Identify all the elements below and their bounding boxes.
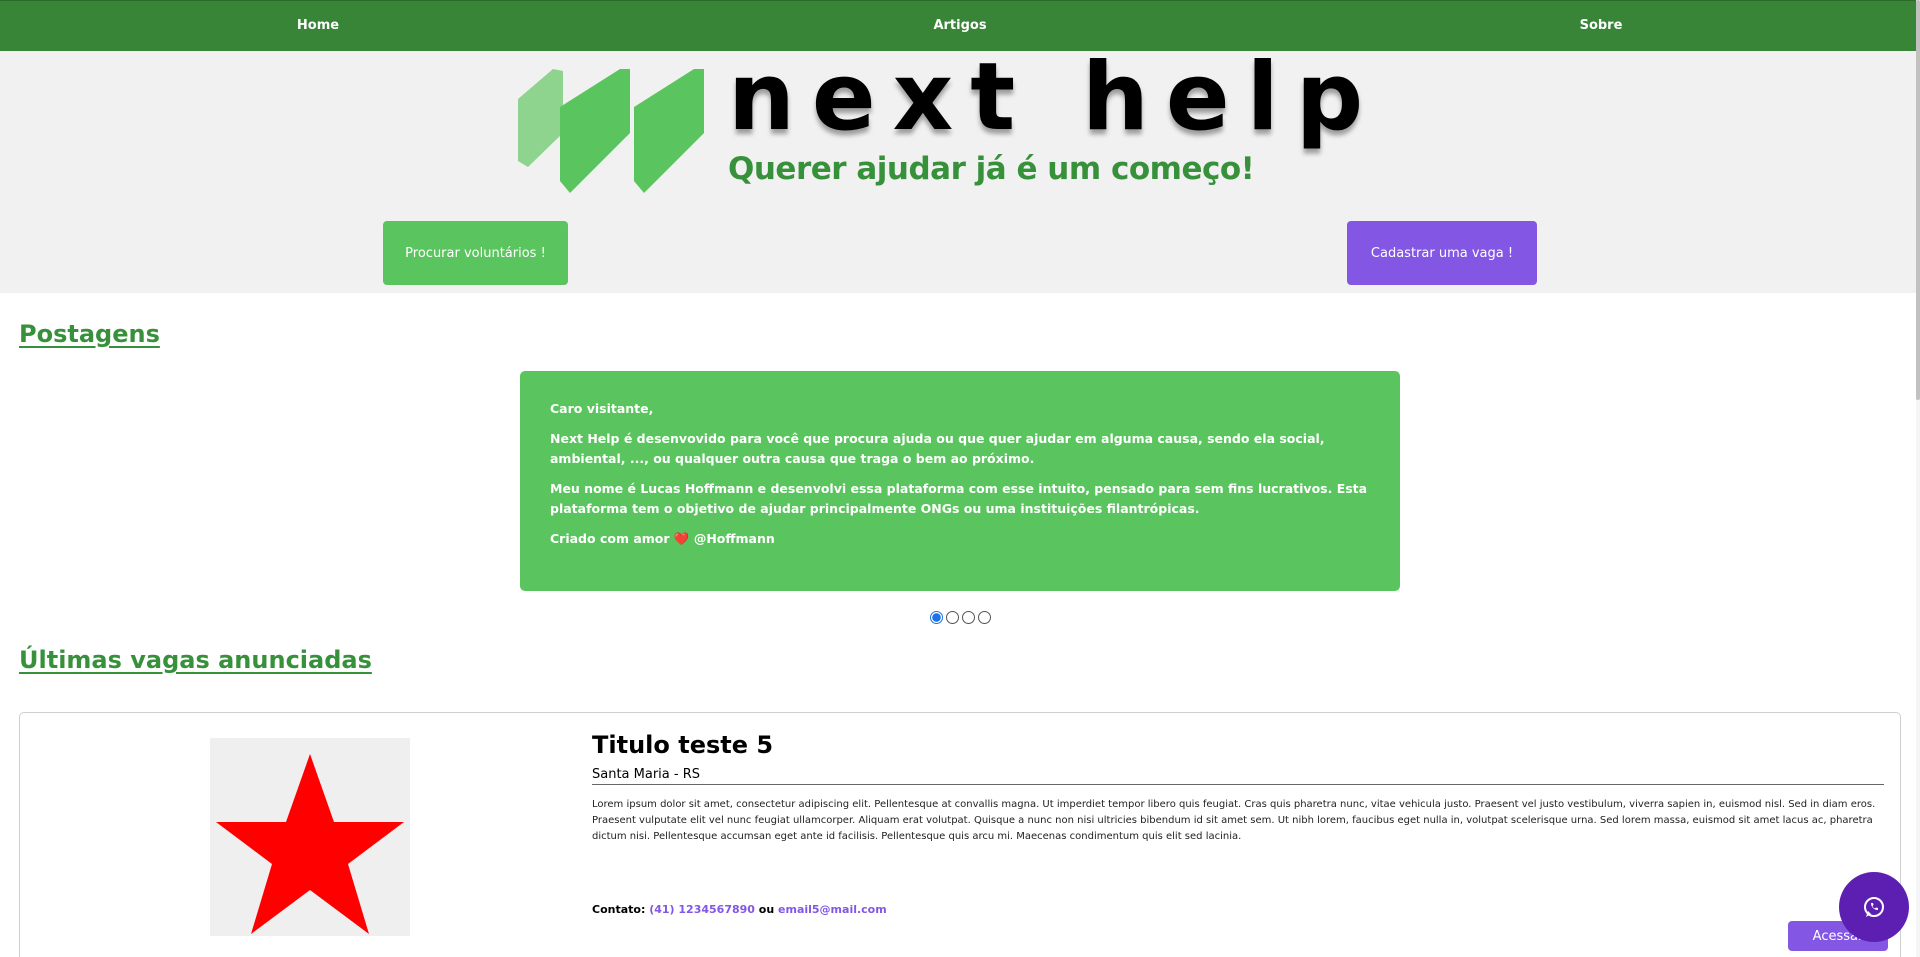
job-title: Titulo teste 5 xyxy=(592,731,774,759)
signature-handle: @Hoffmann xyxy=(693,531,775,546)
carousel-dot[interactable] xyxy=(946,611,959,624)
job-contact: Contato: (41) 1234567890 ou email5@mail.… xyxy=(592,903,887,916)
job-card: Titulo teste 5 Santa Maria - RS Lorem ip… xyxy=(19,712,1901,957)
scrollbar-thumb[interactable] xyxy=(1916,0,1920,400)
carousel-dot[interactable] xyxy=(930,611,943,624)
find-volunteers-button[interactable]: Procurar voluntários ! xyxy=(383,221,568,285)
whatsapp-button[interactable] xyxy=(1839,872,1909,942)
next-help-logo-icon xyxy=(518,69,704,193)
brand-wordmark: next help xyxy=(728,43,1381,152)
contact-phone-link[interactable]: (41) 1234567890 xyxy=(649,903,755,916)
job-location: Santa Maria - RS xyxy=(592,767,1884,785)
tagline: Querer ajudar já é um começo! xyxy=(728,151,1255,187)
slide-paragraph: Next Help é desenvovido para você que pr… xyxy=(550,431,1325,466)
red-star-icon xyxy=(216,754,404,934)
section-title-posts: Postagens xyxy=(19,320,160,348)
slide-paragraph: Meu nome é Lucas Hoffmann e desenvolvi e… xyxy=(550,481,1368,516)
contact-email-link[interactable]: email5@mail.com xyxy=(778,903,887,916)
section-title-jobs: Últimas vagas anunciadas xyxy=(19,646,372,674)
carousel-dot[interactable] xyxy=(978,611,991,624)
contact-label: Contato: xyxy=(592,903,646,916)
page-scrollbar[interactable] xyxy=(1916,0,1920,957)
job-image xyxy=(210,738,410,936)
signature-prefix: Criado com amor xyxy=(550,531,670,546)
whatsapp-icon xyxy=(1864,897,1884,917)
hero-banner: next help Querer ajudar já é um começo! … xyxy=(0,43,1916,293)
slide-greeting: Caro visitante, xyxy=(550,401,654,416)
nav-item-sobre[interactable]: Sobre xyxy=(1501,1,1701,52)
register-job-button[interactable]: Cadastrar uma vaga ! xyxy=(1347,221,1537,285)
carousel-dot[interactable] xyxy=(962,611,975,624)
carousel-indicators xyxy=(930,611,991,624)
slide-signature: Criado com amor ❤️ @Hoffmann xyxy=(550,529,1370,549)
nav-item-home[interactable]: Home xyxy=(218,1,418,52)
heart-icon: ❤️ xyxy=(673,531,690,546)
job-description: Lorem ipsum dolor sit amet, consectetur … xyxy=(592,799,1876,842)
contact-separator: ou xyxy=(758,903,775,916)
carousel-slide: Caro visitante, Next Help é desenvovido … xyxy=(520,371,1400,591)
